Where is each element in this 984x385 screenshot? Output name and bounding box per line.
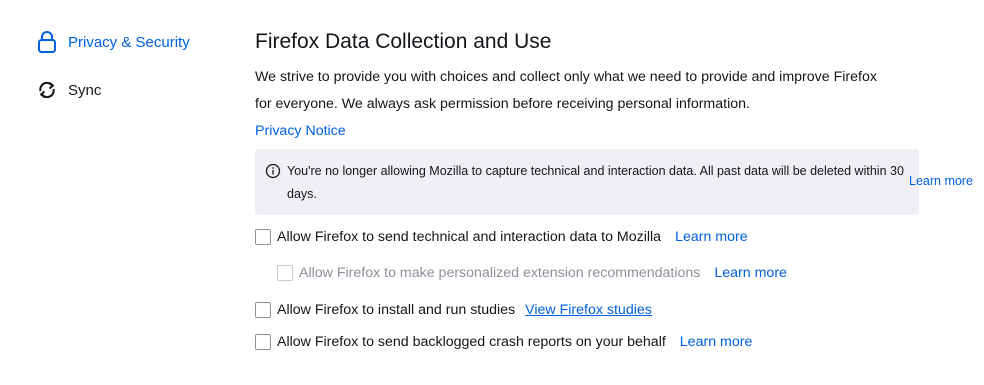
studies-option: Allow Firefox to install and run studies… [255,302,652,318]
recommendations-option: Allow Firefox to make personalized exten… [277,265,787,281]
telemetry-option: Allow Firefox to send technical and inte… [255,229,748,245]
sync-icon [36,78,58,102]
telemetry-label[interactable]: Allow Firefox to send technical and inte… [277,229,661,245]
notice-learn-more-link[interactable]: Learn more [909,174,973,188]
recommendations-label: Allow Firefox to make personalized exten… [299,265,701,281]
lock-icon [36,30,58,54]
data-deletion-notice: You're no longer allowing Mozilla to cap… [255,149,919,215]
studies-checkbox[interactable] [255,302,271,318]
privacy-notice-link[interactable]: Privacy Notice [255,123,346,139]
telemetry-checkbox[interactable] [255,229,271,245]
crash-reports-option: Allow Firefox to send backlogged crash r… [255,334,752,350]
studies-label[interactable]: Allow Firefox to install and run studies [277,302,515,318]
telemetry-learn-more-link[interactable]: Learn more [675,229,748,245]
section-description: We strive to provide you with choices an… [255,69,877,112]
sidebar-item-label: Privacy & Security [68,33,190,51]
notice-text: You're no longer allowing Mozilla to cap… [287,164,904,201]
sidebar-item-label: Sync [68,81,102,99]
recommendations-learn-more-link[interactable]: Learn more [714,265,787,281]
crash-reports-checkbox[interactable] [255,334,271,350]
sidebar-item-privacy-security[interactable]: Privacy & Security [36,30,190,54]
section-title: Firefox Data Collection and Use [255,30,552,53]
crash-reports-label[interactable]: Allow Firefox to send backlogged crash r… [277,334,666,350]
info-icon [265,163,281,179]
crash-reports-learn-more-link[interactable]: Learn more [680,334,753,350]
recommendations-checkbox [277,265,293,281]
view-firefox-studies-link[interactable]: View Firefox studies [525,302,652,318]
sidebar-item-sync[interactable]: Sync [36,78,101,102]
